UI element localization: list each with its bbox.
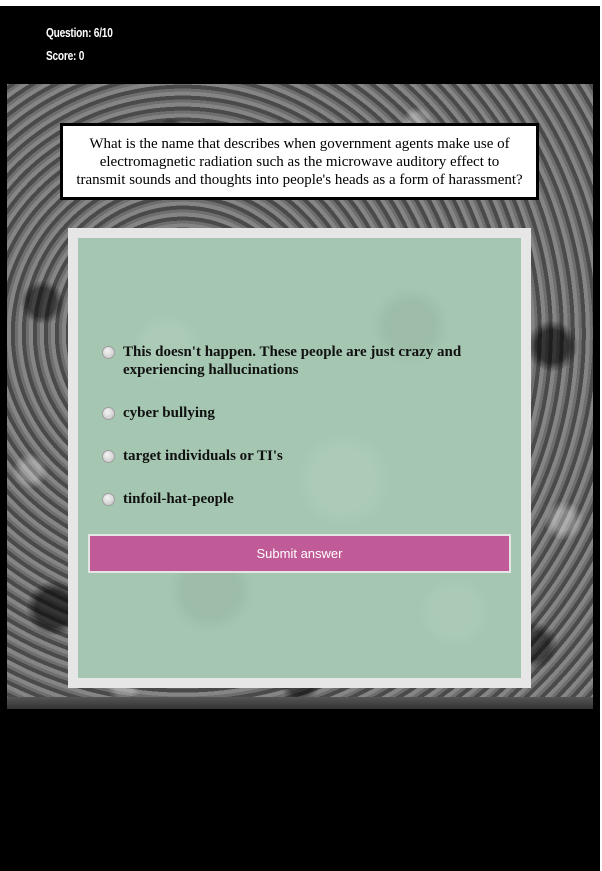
answer-panel-inner: This doesn't happen. These people are ju… xyxy=(78,238,521,678)
question-box: What is the name that describes when gov… xyxy=(60,123,539,200)
answer-option[interactable]: tinfoil-hat-people xyxy=(102,490,493,508)
answer-option[interactable]: cyber bullying xyxy=(102,404,493,422)
score-display: Score: 0 xyxy=(46,48,85,63)
answer-option[interactable]: target individuals or TI's xyxy=(102,447,493,465)
answer-option-label: cyber bullying xyxy=(123,405,215,421)
question-counter: Question: 6/10 xyxy=(46,25,113,40)
answer-option[interactable]: This doesn't happen. These people are ju… xyxy=(102,343,493,379)
quiz-page: Question: 6/10 Score: 0 What is the name… xyxy=(0,0,602,871)
answer-option-label: target individuals or TI's xyxy=(123,448,283,464)
answer-option-label: tinfoil-hat-people xyxy=(123,491,234,507)
radio-button[interactable] xyxy=(102,493,115,506)
radio-button[interactable] xyxy=(102,450,115,463)
answer-panel: This doesn't happen. These people are ju… xyxy=(68,228,531,688)
submit-answer-button[interactable]: Submit answer xyxy=(88,534,511,573)
radio-button[interactable] xyxy=(102,407,115,420)
question-text: What is the name that describes when gov… xyxy=(76,135,523,188)
answer-option-label: This doesn't happen. These people are ju… xyxy=(123,344,462,378)
radio-button[interactable] xyxy=(102,346,115,359)
moon-surface-edge xyxy=(7,697,593,709)
top-border xyxy=(0,0,602,6)
